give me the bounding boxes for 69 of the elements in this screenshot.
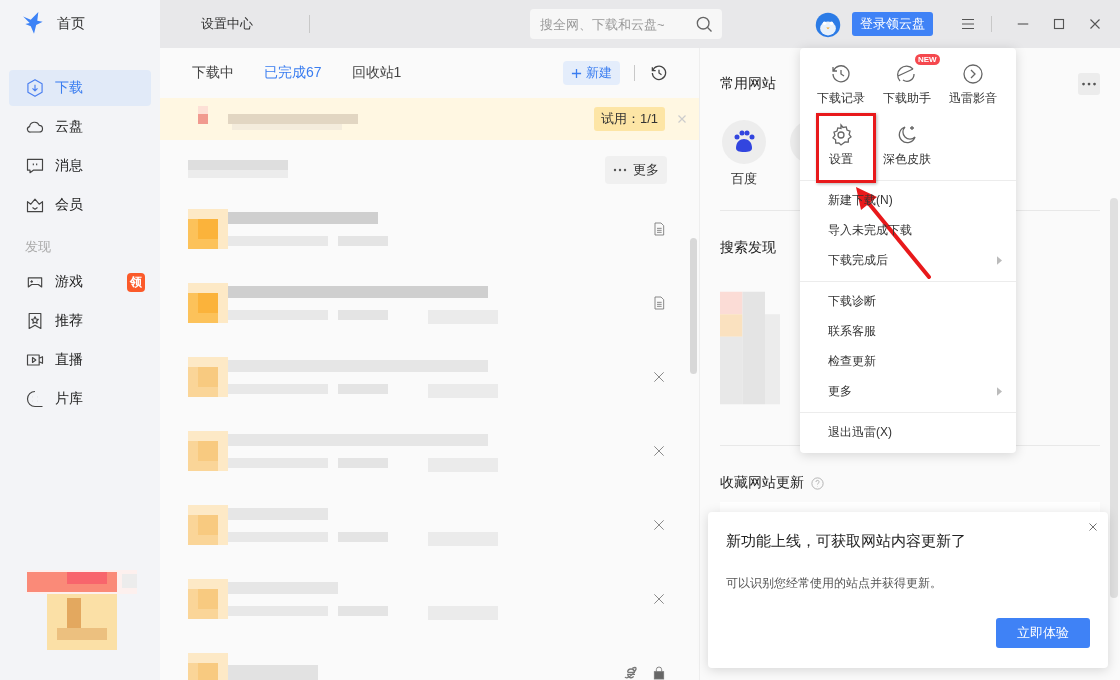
scrollbar[interactable] [690, 238, 697, 374]
section-title: 搜索发现 [720, 239, 777, 257]
history-icon[interactable] [649, 63, 669, 83]
menu-item[interactable]: 下载诊断 [800, 286, 1016, 316]
section-label: 发现 [24, 238, 52, 256]
highlight-box [816, 113, 876, 183]
avatar-icon[interactable] [814, 10, 842, 38]
sidebar-item[interactable]: 游戏 领 [9, 264, 151, 300]
menu-item[interactable]: 更多 [800, 376, 1016, 406]
site-label[interactable]: 百度 [731, 170, 757, 188]
remove-icon[interactable] [651, 369, 667, 385]
menu-item[interactable]: 联系客服 [800, 316, 1016, 346]
lock-icon [651, 665, 667, 680]
home-title[interactable]: 首页 [57, 15, 85, 33]
pixelated-thumbnail [188, 283, 228, 323]
pixelated-thumbnail [188, 431, 228, 471]
page-title: 设置中心 [201, 15, 253, 33]
login-button[interactable]: 登录领云盘 [852, 12, 933, 36]
paw-icon[interactable] [722, 120, 766, 164]
try-now-button[interactable]: 立即体验 [996, 618, 1090, 648]
sidebar-item[interactable]: 推荐 [9, 303, 151, 339]
plus-icon [571, 67, 582, 79]
tab[interactable]: 回收站1 [351, 64, 402, 82]
dots-icon [613, 168, 627, 172]
document-icon[interactable] [651, 221, 667, 237]
menu-item[interactable]: 下载完成后 [800, 245, 1016, 275]
popup-title: 新功能上线，可获取网站内容更新了 [726, 532, 967, 551]
popup-message: 可以识别您经常使用的站点并获得更新。 [726, 575, 943, 592]
pixelated-thumbnail [188, 579, 228, 619]
tab[interactable]: 下载中 [192, 64, 234, 82]
menu-item[interactable]: 退出迅雷(X) [800, 417, 1016, 447]
submenu-arrow-icon [997, 255, 1002, 265]
submenu-arrow-icon [997, 386, 1002, 396]
more-button[interactable]: 更多 [605, 156, 667, 184]
search-icon[interactable] [694, 14, 714, 34]
menu-tile[interactable]: 下载记录 [811, 54, 871, 107]
section-title: 收藏网站更新 [720, 474, 804, 492]
more-options-icon[interactable] [1078, 73, 1100, 95]
sidebar-item[interactable]: 消息 [9, 148, 151, 184]
trial-badge: 试用：1/1 [593, 107, 665, 131]
section-title: 常用网站 [720, 75, 776, 93]
menu-tile[interactable]: NEW 下载助手 [877, 54, 937, 107]
menu-tile[interactable]: 设置 [823, 115, 859, 168]
sidebar-item[interactable]: 直播 [9, 342, 151, 378]
remove-icon[interactable] [651, 443, 667, 459]
document-icon[interactable] [651, 295, 667, 311]
sidebar-item[interactable]: 会员 [9, 187, 151, 223]
nav-icon [25, 389, 45, 409]
search-field[interactable]: 搜全网、下载和云盘~ [540, 12, 694, 36]
menu-tile[interactable]: 迅雷影音 [943, 54, 1003, 107]
new-badge: NEW [915, 54, 940, 65]
remove-icon[interactable] [651, 591, 667, 607]
nav-icon [25, 78, 45, 98]
pixelated-thumbnail [188, 209, 228, 249]
new-button[interactable]: 新建 [563, 61, 620, 85]
menu-tile-icon [829, 123, 853, 147]
scrollbar[interactable] [1110, 198, 1118, 598]
sidebar-item[interactable]: 片库 [9, 381, 151, 417]
tab[interactable]: 已完成67 [264, 64, 322, 82]
pixelated-thumbnail [188, 357, 228, 397]
pixelated-thumbnail [188, 505, 228, 545]
nav-icon [25, 156, 45, 176]
gift-badge: 领 [127, 272, 145, 292]
menu-tile[interactable]: 深色皮肤 [877, 115, 937, 168]
search-box[interactable]: 搜全网、下载和云盘~ [530, 9, 722, 39]
menu-tile-icon [961, 62, 985, 86]
sidebar-item[interactable]: 云盘 [9, 109, 151, 145]
menu-item[interactable]: 检查更新 [800, 346, 1016, 376]
remove-icon[interactable] [651, 517, 667, 533]
